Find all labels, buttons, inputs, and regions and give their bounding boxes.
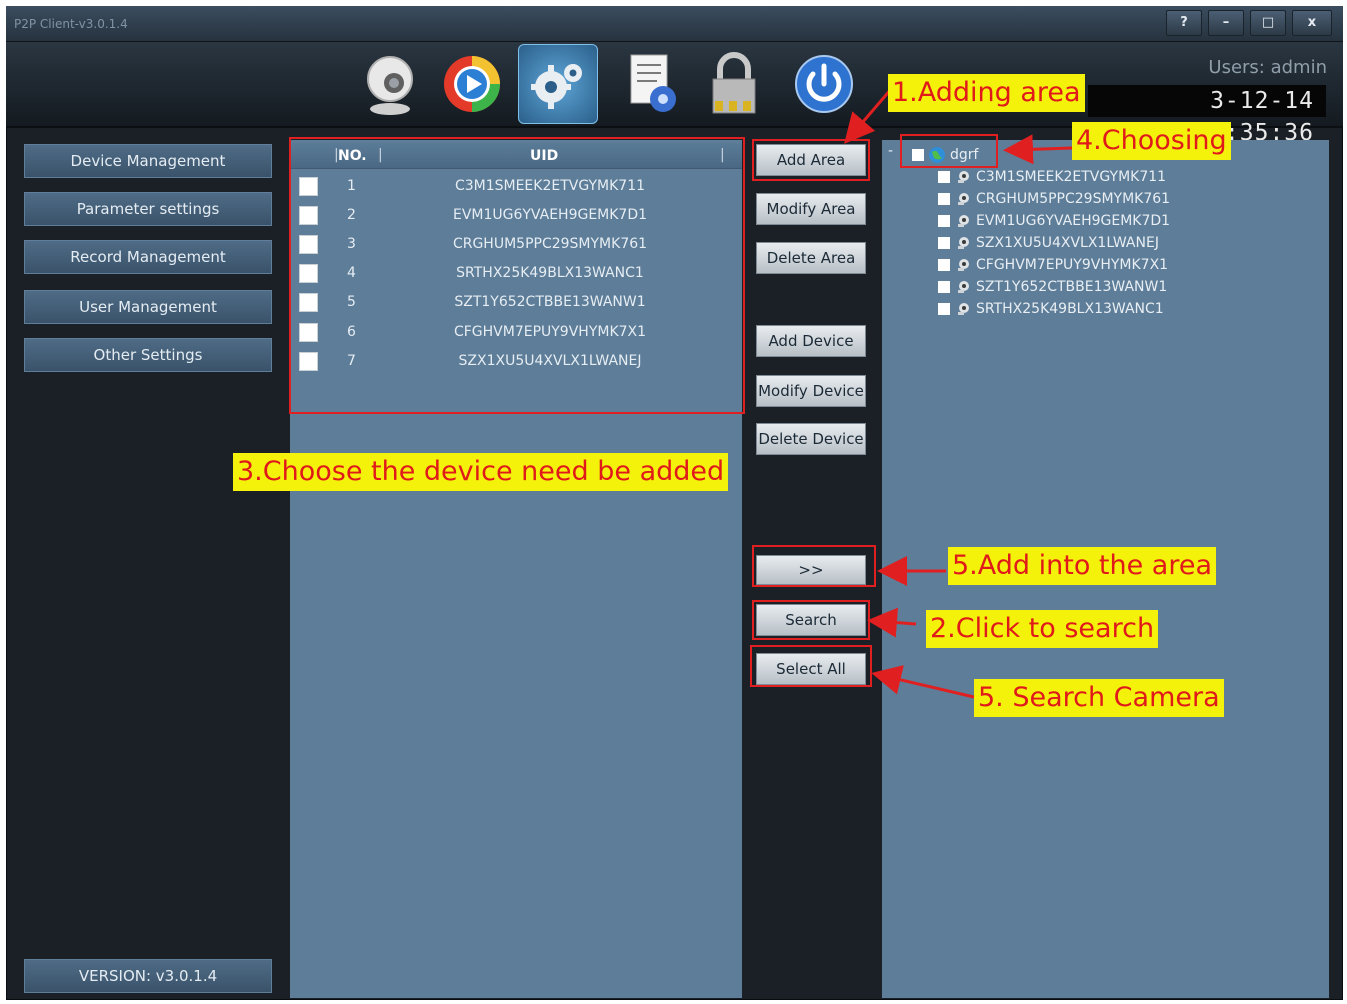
annotation-choose-device: 3.Choose the device need be added: [233, 453, 729, 491]
annotation-choosing: 4.Choosing: [1072, 122, 1231, 160]
annotation-search-camera: 5. Search Camera: [974, 679, 1224, 717]
annotation-click-search: 2.Click to search: [926, 610, 1159, 648]
annotation-adding-area: 1.Adding area: [888, 74, 1085, 112]
annotation-add-into-area: 5.Add into the area: [948, 547, 1217, 585]
